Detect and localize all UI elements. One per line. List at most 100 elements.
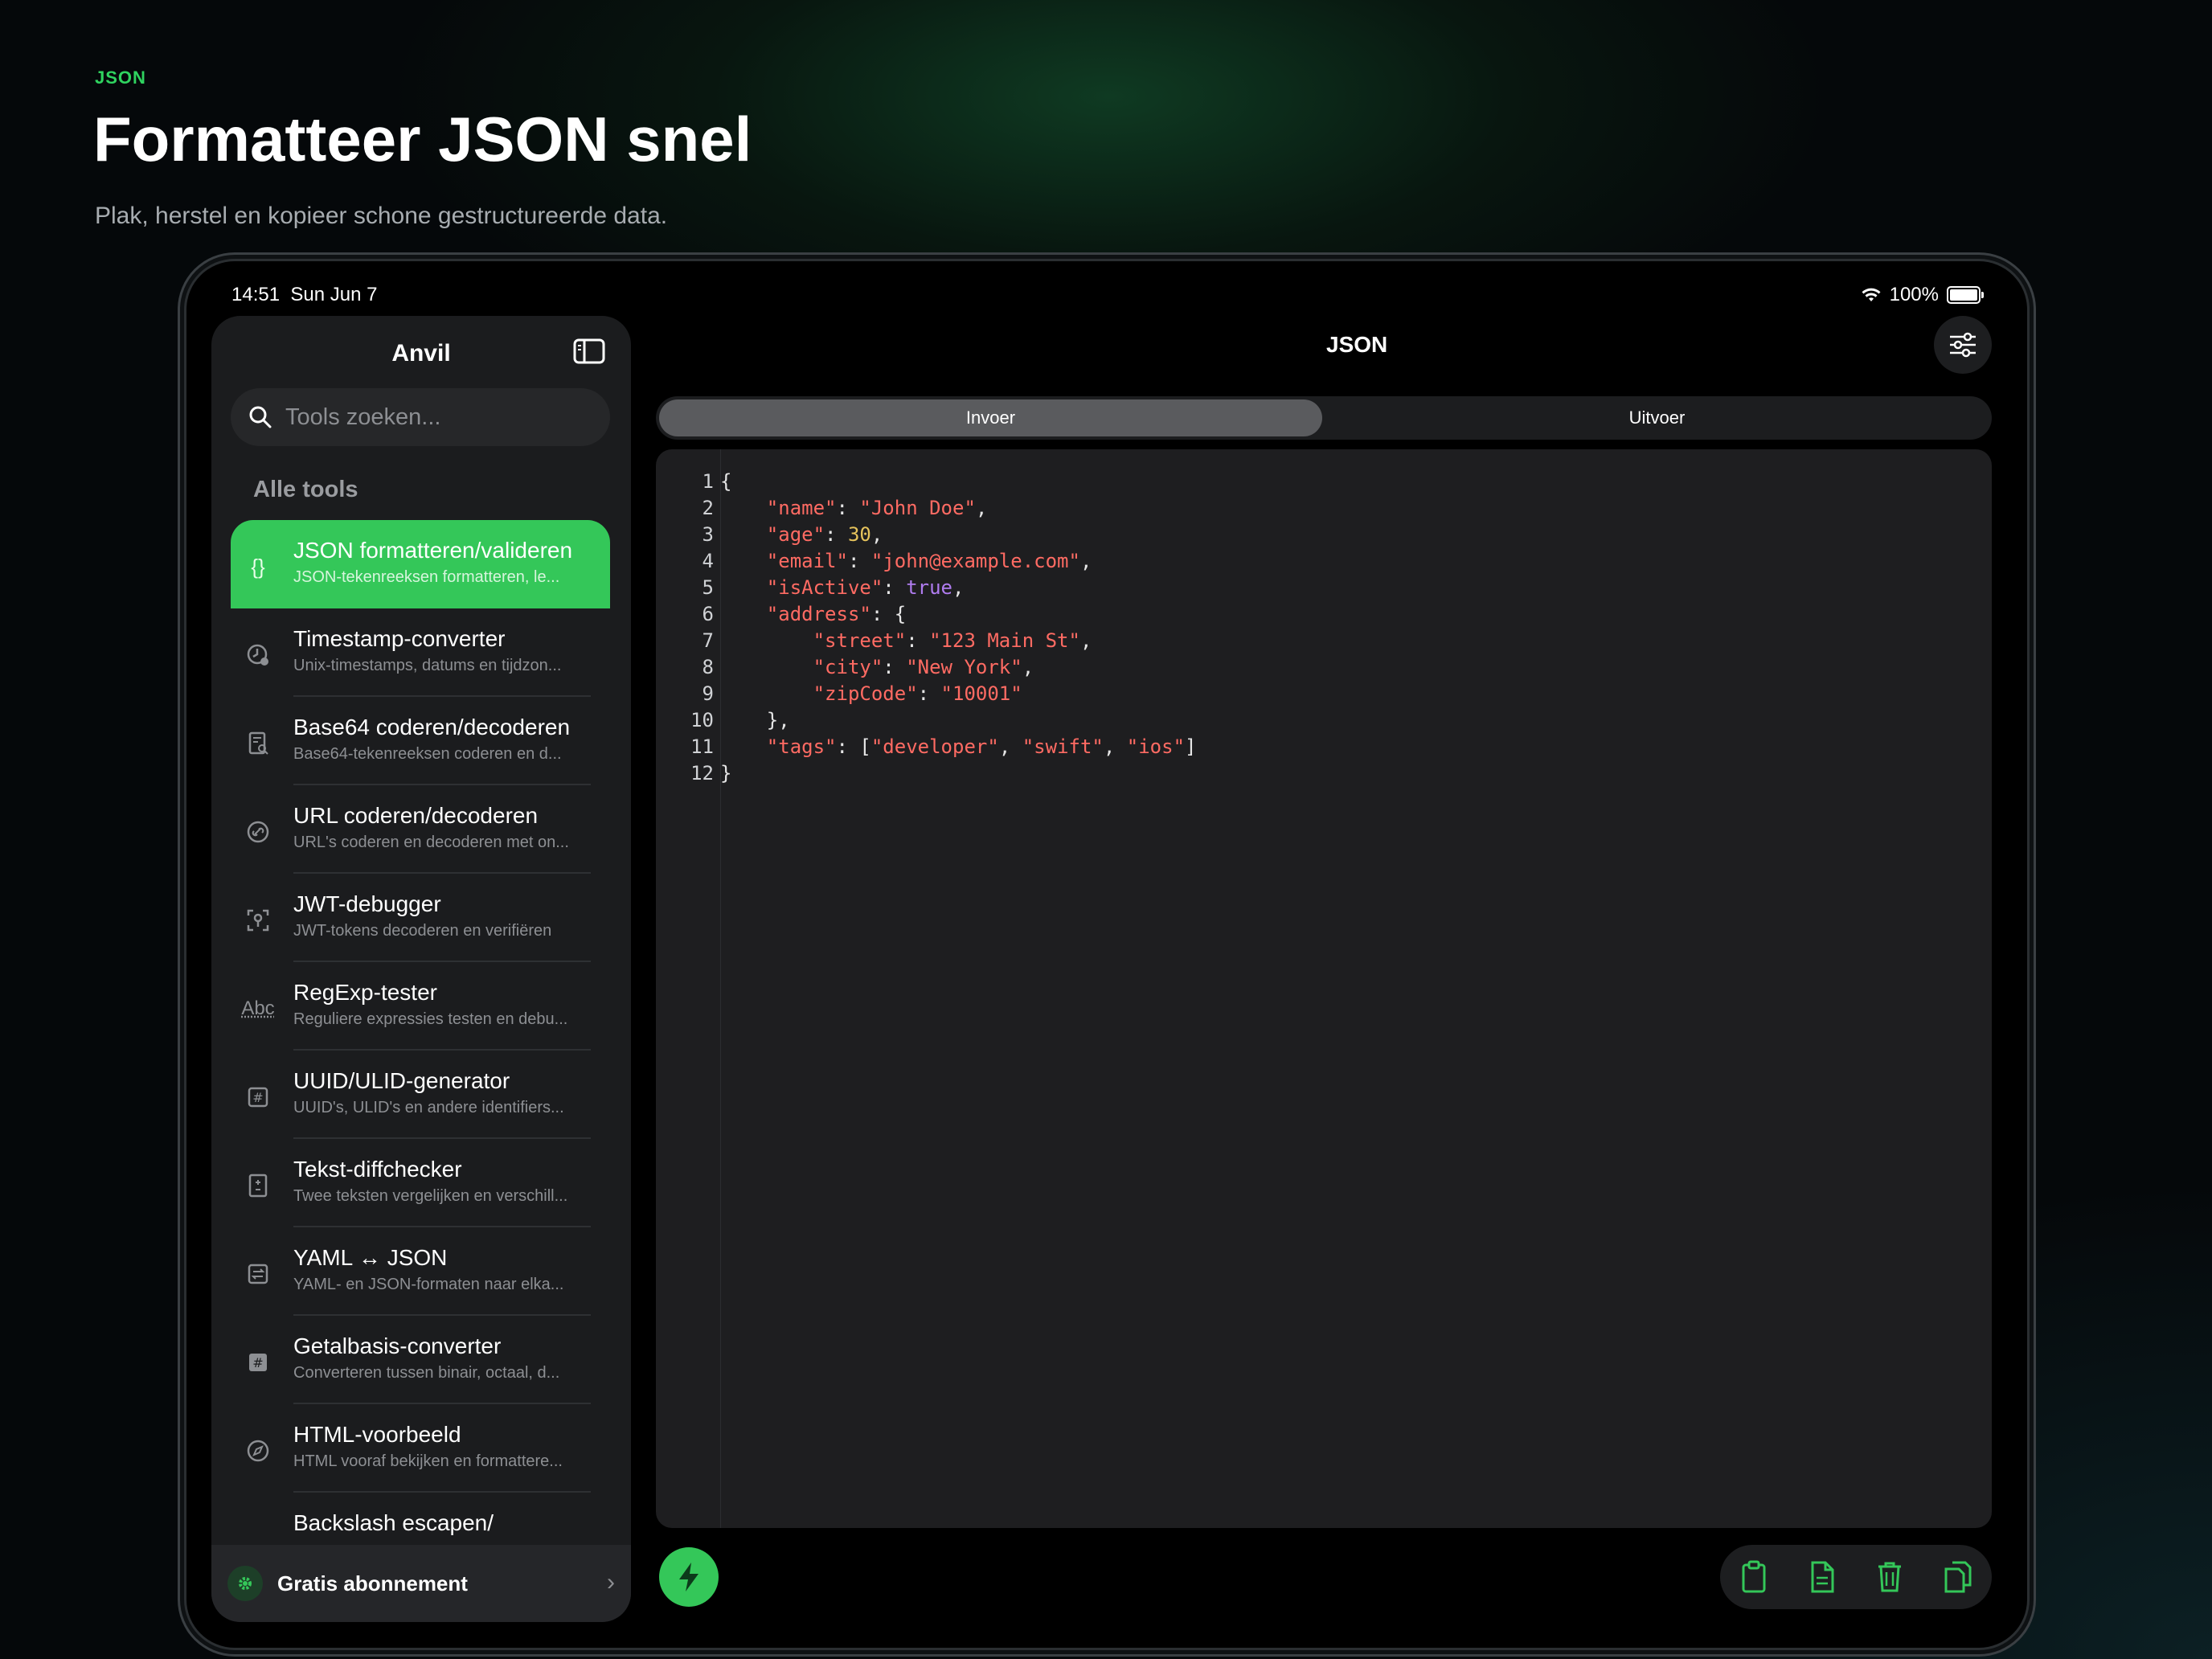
- code-content[interactable]: 1{2 "name": "John Doe", 3 "age": 30, 4 "em…: [656, 469, 1196, 787]
- hero-subline: Plak, herstel en kopieer schone gestruct…: [95, 203, 668, 229]
- code-token: "10001": [940, 682, 1022, 705]
- code-token: "swift": [1022, 735, 1104, 758]
- code-token: :: [883, 656, 907, 678]
- code-token: "age": [766, 523, 825, 546]
- tool-json-formatter[interactable]: {} JSON formatteren/valideren JSON-teken…: [231, 520, 610, 608]
- sidebar-title: Anvil: [391, 340, 451, 367]
- tool-diffchecker[interactable]: Tekst-diffchecker Twee teksten vergelijk…: [231, 1139, 610, 1227]
- code-token: :: [836, 497, 860, 519]
- tool-html-preview[interactable]: HTML-voorbeeld HTML vooraf bekijken en f…: [231, 1404, 610, 1493]
- code-line: 1{: [656, 469, 1196, 495]
- sidebar: Anvil Alle tools {} JSON formatteren/val…: [211, 316, 631, 1622]
- tool-timestamp-converter[interactable]: Timestamp-converter Unix-timestamps, dat…: [231, 608, 610, 697]
- input-output-tabs: Invoer Uitvoer: [656, 396, 1992, 440]
- diff-document-icon: [242, 1169, 274, 1202]
- braces-icon: {}: [251, 554, 265, 579]
- main-title: JSON: [1326, 332, 1388, 357]
- tool-name: RegExp-tester: [293, 980, 437, 1005]
- search-input[interactable]: [284, 403, 592, 432]
- code-token: "address": [766, 603, 871, 625]
- code-token: "name": [766, 497, 837, 519]
- battery-percent: 100%: [1889, 284, 1939, 305]
- code-token: {: [720, 470, 732, 493]
- tab-invoer[interactable]: Invoer: [659, 399, 1322, 436]
- code-token: :: [906, 629, 930, 652]
- tablet-frame: 14:51 Sun Jun 7 100% Anvil Alle tools {}…: [186, 261, 2027, 1648]
- line-number: 1: [702, 470, 714, 493]
- tool-jwt[interactable]: JWT-debugger JWT-tokens decoderen en ver…: [231, 874, 610, 962]
- code-line: 3 "age": 30,: [656, 522, 1196, 548]
- tool-desc: YAML- en JSON-formaten naar elka...: [293, 1276, 564, 1293]
- code-token: "city": [813, 656, 883, 678]
- tool-yaml-json[interactable]: YAML ↔ JSON YAML- en JSON-formaten naar …: [231, 1227, 610, 1316]
- line-number: 6: [702, 603, 714, 625]
- code-token: ,: [1079, 629, 1092, 652]
- tool-desc: HTML vooraf bekijken en formattere...: [293, 1452, 563, 1470]
- tool-desc: Converteren tussen binair, octaal, d...: [293, 1364, 560, 1382]
- clock-icon: [242, 639, 274, 671]
- sidebar-toggle-icon[interactable]: [571, 334, 607, 369]
- trash-icon[interactable]: [1870, 1558, 1909, 1596]
- document-search-icon: [242, 727, 274, 760]
- code-line: 12}: [656, 760, 1196, 787]
- code-token: ,: [1079, 550, 1092, 572]
- code-token: "street": [813, 629, 907, 652]
- tool-uuid[interactable]: # UUID/ULID-generator UUID's, ULID's en …: [231, 1051, 610, 1139]
- code-editor[interactable]: 1{2 "name": "John Doe", 3 "age": 30, 4 "em…: [656, 449, 1992, 1528]
- code-token: :: [917, 682, 941, 705]
- code-token: "tags": [766, 735, 837, 758]
- tool-name: Tekst-diffchecker: [293, 1157, 462, 1182]
- tool-url[interactable]: URL coderen/decoderen URL's coderen en d…: [231, 785, 610, 874]
- sliders-icon: [1950, 332, 1976, 358]
- code-line: 7 "street": "123 Main St",: [656, 628, 1196, 654]
- document-icon[interactable]: [1803, 1558, 1841, 1596]
- code-token: ,: [1103, 735, 1127, 758]
- copy-icon[interactable]: [1939, 1558, 1977, 1596]
- tool-list: {} JSON formatteren/valideren JSON-teken…: [231, 520, 610, 1581]
- code-token: ,: [998, 735, 1022, 758]
- svg-text:#: #: [252, 1090, 263, 1105]
- tool-number-base[interactable]: # Getalbasis-converter Converteren tusse…: [231, 1316, 610, 1404]
- line-number: 4: [702, 550, 714, 572]
- tab-uitvoer[interactable]: Uitvoer: [1325, 399, 1989, 436]
- code-token: }: [720, 762, 732, 784]
- gear-icon: [227, 1566, 263, 1601]
- line-number: 11: [690, 735, 714, 758]
- code-token: :: [883, 576, 907, 599]
- search-field[interactable]: [231, 388, 610, 446]
- line-number: 7: [702, 629, 714, 652]
- tool-regexp[interactable]: Abc RegExp-tester Reguliere expressies t…: [231, 962, 610, 1051]
- tool-desc: URL's coderen en decoderen met on...: [293, 834, 569, 851]
- chevron-right-icon: ›: [607, 1569, 615, 1596]
- code-token: : [: [836, 735, 871, 758]
- tool-name: UUID/ULID-generator: [293, 1068, 510, 1093]
- code-token: ,: [975, 497, 988, 519]
- status-bar: 14:51 Sun Jun 7 100%: [186, 261, 2027, 306]
- code-token: },: [720, 709, 790, 731]
- tool-desc: Base64-tekenreeksen coderen en d...: [293, 745, 562, 763]
- tool-base64[interactable]: Base64 coderen/decoderen Base64-tekenree…: [231, 697, 610, 785]
- action-toolbar: [1720, 1545, 1992, 1609]
- tool-desc: Twee teksten vergelijken en verschill...: [293, 1187, 568, 1205]
- swap-square-icon: [242, 1258, 274, 1290]
- code-token: "john@example.com": [870, 550, 1080, 572]
- code-token: "John Doe": [859, 497, 976, 519]
- tool-desc: JSON-tekenreeksen formatteren, le...: [293, 568, 560, 586]
- line-number: 8: [702, 656, 714, 678]
- line-number: 10: [690, 709, 714, 731]
- clipboard-icon[interactable]: [1735, 1558, 1773, 1596]
- battery-icon: [1947, 286, 1984, 304]
- abc-icon: Abc: [241, 997, 275, 1019]
- subscription-row[interactable]: Gratis abonnement ›: [211, 1545, 631, 1622]
- bolt-icon: [679, 1563, 698, 1591]
- format-button[interactable]: [659, 1547, 719, 1607]
- settings-button[interactable]: [1934, 316, 1992, 374]
- line-number: 5: [702, 576, 714, 599]
